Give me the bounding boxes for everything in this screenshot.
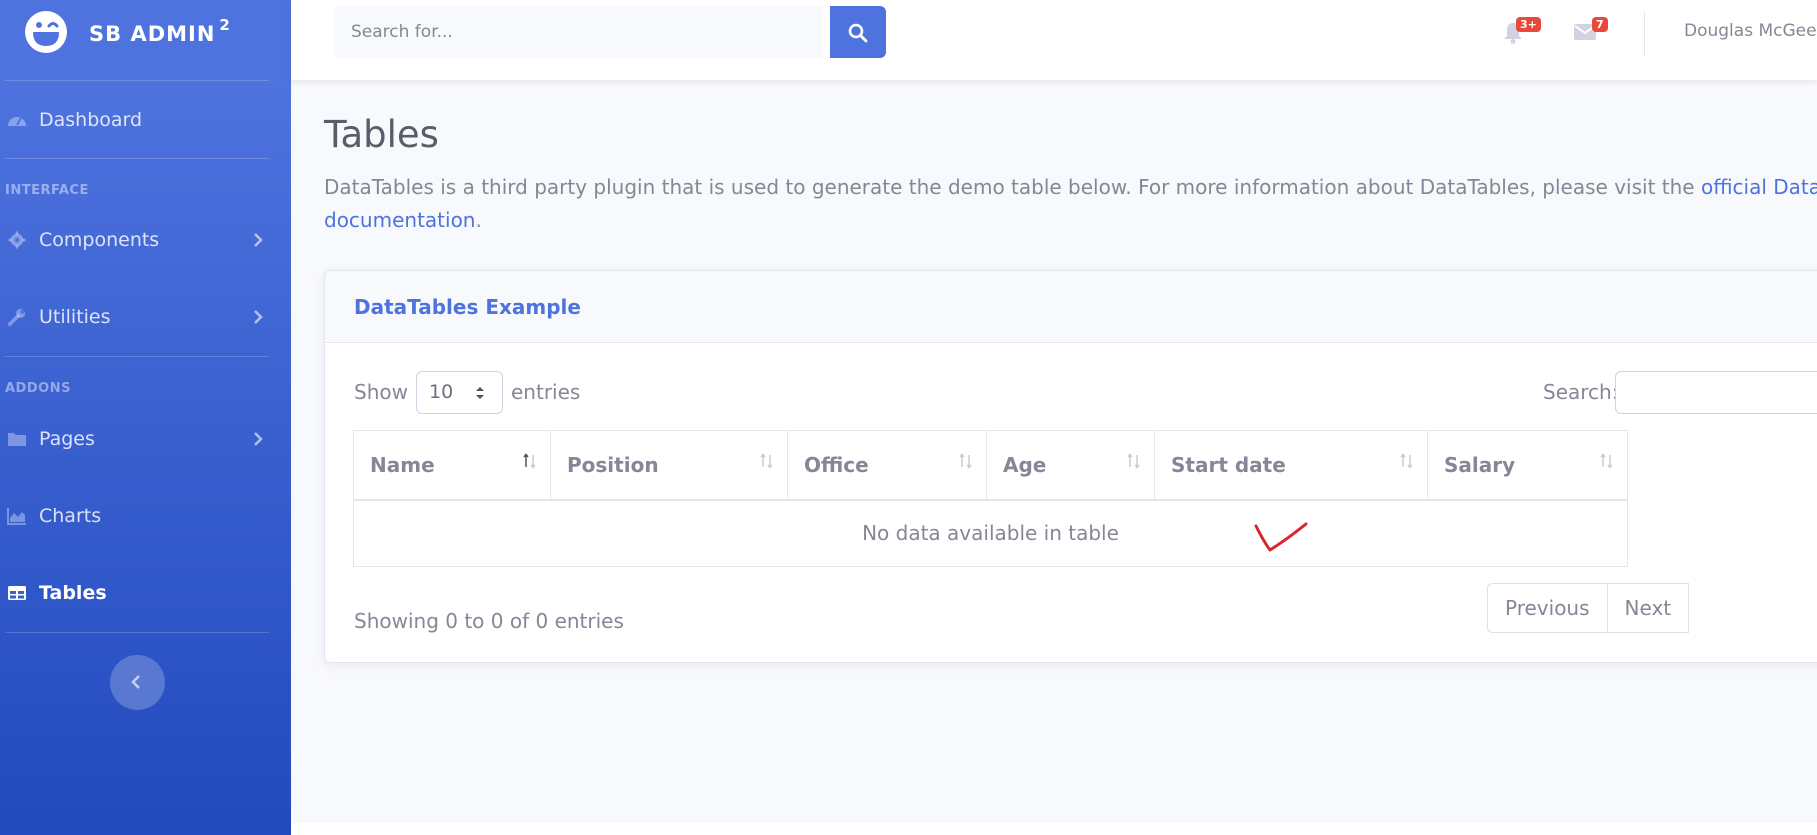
column-header-office[interactable]: Office: [787, 430, 987, 501]
alerts-dropdown[interactable]: 3+: [1503, 17, 1541, 48]
topbar-divider: [1644, 12, 1645, 57]
sidebar-item-label: Components: [39, 229, 160, 251]
brand-name: SB ADMIN 2: [89, 15, 231, 46]
page-title: Tables: [324, 113, 439, 156]
entries-label: entries: [511, 380, 581, 404]
next-page-button[interactable]: Next: [1607, 583, 1690, 633]
table-icon: [8, 586, 26, 600]
sort-select-icon: [476, 387, 484, 399]
card-header: DataTables Example: [325, 271, 1817, 343]
search-button[interactable]: [830, 6, 886, 58]
sidebar-heading-interface: INTERFACE: [5, 183, 89, 198]
cog-icon: [8, 231, 26, 249]
search-input[interactable]: [335, 6, 822, 58]
wrench-icon: [8, 308, 26, 326]
chevron-left-icon: [131, 675, 140, 689]
main-content: Tables DataTables is a third party plugi…: [291, 80, 1817, 823]
sidebar-item-label: Pages: [39, 428, 95, 450]
laugh-wink-icon: [25, 11, 67, 53]
sort-both-icon: [760, 453, 773, 469]
show-label: Show: [354, 380, 408, 404]
sidebar-divider: [5, 80, 269, 81]
search-icon: [848, 23, 868, 43]
table-search-input[interactable]: [1615, 371, 1817, 414]
table-info: Showing 0 to 0 of 0 entries: [354, 609, 624, 633]
chevron-right-icon: [254, 233, 263, 247]
sort-both-icon: [1400, 453, 1413, 469]
previous-page-button[interactable]: Previous: [1487, 583, 1608, 633]
sort-both-icon: [1600, 453, 1613, 469]
tachometer-icon: [8, 117, 26, 126]
column-header-age[interactable]: Age: [986, 430, 1155, 501]
data-table: Name Position Office Age Start date Sala…: [353, 430, 1628, 567]
sidebar-item-charts[interactable]: Charts: [0, 496, 291, 536]
sidebar-item-utilities[interactable]: Utilities: [0, 297, 291, 337]
sidebar-item-label: Tables: [39, 582, 107, 604]
table-row-empty: No data available in table: [353, 499, 1628, 567]
card-title: DataTables Example: [354, 295, 581, 319]
folder-icon: [8, 433, 26, 446]
datatables-card: DataTables Example Show 10 entries Searc…: [324, 270, 1817, 663]
chevron-right-icon: [254, 432, 263, 446]
sidebar: SB ADMIN 2 Dashboard INTERFACE Components…: [0, 0, 291, 835]
chart-area-icon: [7, 508, 26, 525]
sidebar-heading-addons: ADDONS: [5, 381, 71, 396]
sidebar-divider: [5, 632, 269, 633]
alerts-count-badge: 3+: [1516, 17, 1541, 32]
column-header-name[interactable]: Name: [353, 430, 551, 501]
sidebar-item-pages[interactable]: Pages: [0, 419, 291, 459]
messages-dropdown[interactable]: 7: [1573, 17, 1608, 45]
chevron-right-icon: [254, 310, 263, 324]
sidebar-divider: [5, 158, 269, 159]
empty-table-message: No data available in table: [353, 499, 1628, 567]
sidebar-toggle-button[interactable]: [110, 655, 165, 710]
sidebar-brand[interactable]: SB ADMIN 2: [24, 10, 231, 54]
sort-both-icon: [959, 453, 972, 469]
sidebar-item-tables[interactable]: Tables: [0, 573, 291, 613]
sidebar-item-dashboard[interactable]: Dashboard: [0, 100, 291, 140]
column-header-start-date[interactable]: Start date: [1154, 430, 1428, 501]
sidebar-item-label: Utilities: [39, 306, 111, 328]
table-search-label: Search:: [1543, 380, 1619, 404]
sidebar-divider: [5, 356, 269, 357]
messages-count-badge: 7: [1592, 17, 1608, 32]
sidebar-item-components[interactable]: Components: [0, 220, 291, 260]
red-checkmark-annotation: [1254, 522, 1308, 552]
user-name[interactable]: Douglas McGee: [1684, 21, 1817, 41]
sidebar-item-label: Dashboard: [39, 109, 143, 131]
pagination: Previous Next: [1487, 583, 1690, 633]
sort-asc-icon: [523, 453, 536, 469]
column-header-position[interactable]: Position: [550, 430, 788, 501]
page-description: DataTables is a third party plugin that …: [324, 171, 1817, 237]
column-header-salary[interactable]: Salary: [1427, 430, 1628, 501]
entries-length-select[interactable]: 10: [416, 371, 503, 414]
table-header-row: Name Position Office Age Start date Sala…: [353, 430, 1628, 501]
sidebar-item-label: Charts: [39, 505, 102, 527]
topbar: 3+ 7 Douglas McGee: [291, 0, 1817, 80]
sort-both-icon: [1127, 453, 1140, 469]
